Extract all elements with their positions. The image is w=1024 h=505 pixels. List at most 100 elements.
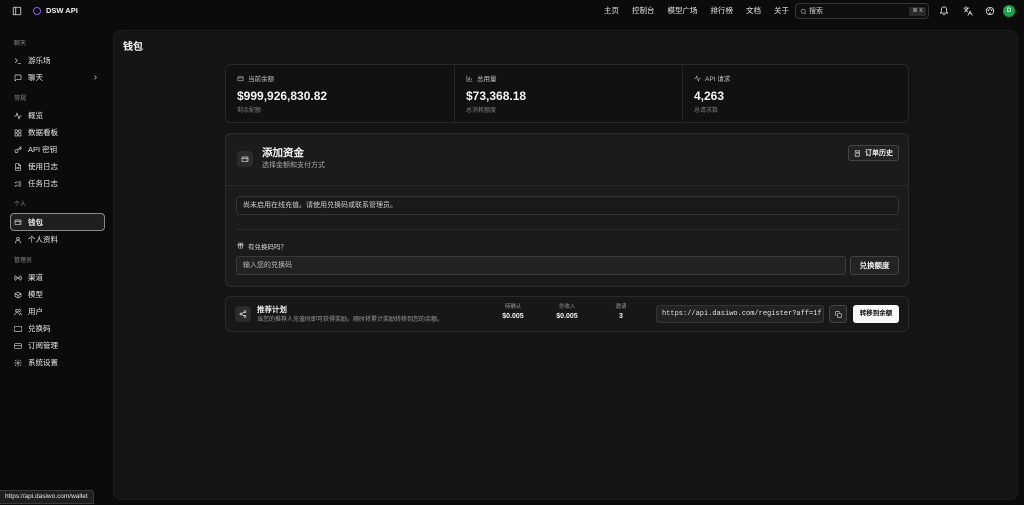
sidebar-item-label: 任务日志 (28, 179, 58, 188)
add-funds-subtitle: 选择金额和支付方式 (262, 162, 325, 169)
sidebar-item-chat[interactable]: 聊天 (10, 69, 105, 86)
page-title: 钱包 (123, 42, 143, 53)
sidebar-item-usage-logs[interactable]: 使用日志 (10, 158, 105, 175)
referral-stat-label: 总收入 (558, 304, 576, 310)
recharge-disabled-notice: 尚未启用在线充值。请使用兑换码或联系管理员。 (236, 196, 899, 215)
top-nav: 主页 控制台 模型广场 排行榜 文档 关于 (604, 5, 789, 17)
stat-label-row: 当前余额 (237, 74, 274, 83)
search-input[interactable] (809, 5, 901, 17)
stat-sub: 总消耗额度 (466, 108, 497, 114)
sidebar-item-label: 使用日志 (28, 162, 58, 171)
referral-card: 推荐计划 当您的推荐人充值时即可获得奖励。随时将累计奖励转移到您的余额。 待确认… (225, 296, 909, 332)
stat-label-row: API 请求 (694, 74, 730, 83)
file-text-icon (14, 162, 22, 171)
sidebar-item-playground[interactable]: 游乐场 (10, 52, 105, 69)
credit-card-icon (14, 342, 22, 350)
search-shortcut-badge: ⌘ K (909, 6, 926, 16)
order-history-label: 订单历史 (865, 150, 893, 157)
redeem-prompt-label: 有兑换码吗？ (248, 243, 287, 251)
top-bar: DSW API 主页 控制台 模型广场 排行榜 文档 关于 ⌘ K D (0, 0, 1024, 22)
nav-link-leaderboard[interactable]: 排行榜 (711, 5, 734, 17)
activity-icon (694, 75, 701, 82)
receipt-icon (854, 149, 861, 157)
sidebar-section-label: 个人 (14, 202, 27, 208)
sidebar-item-channels[interactable]: 渠道 (10, 269, 105, 286)
sidebar-item-models[interactable]: 模型 (10, 286, 105, 303)
stat-value: $999,926,830.82 (237, 89, 328, 103)
terminal-icon (14, 57, 22, 65)
redeem-code-input[interactable] (236, 256, 846, 275)
share-icon (239, 310, 247, 318)
sidebar: 聊天 游乐场 聊天 常规 概览 数据看板 API 密钥 使用日志 任务日志 个人… (0, 0, 110, 505)
sidebar-item-task-logs[interactable]: 任务日志 (10, 175, 105, 192)
order-history-button[interactable]: 订单历史 (848, 145, 899, 161)
referral-stat-label: 待确认 (504, 304, 522, 310)
nav-link-home[interactable]: 主页 (604, 5, 619, 17)
stat-label-row: 总用量 (466, 74, 497, 83)
nav-link-console[interactable]: 控制台 (632, 5, 655, 17)
search-icon (800, 8, 807, 15)
main-panel: 钱包 当前余额 $999,926,830.82 剩余配额 总用量 $73,368… (113, 30, 1018, 500)
copy-link-button[interactable] (829, 305, 847, 323)
divider (226, 185, 908, 186)
stat-label: 当前余额 (248, 76, 274, 83)
sidebar-item-profile[interactable]: 个人资料 (10, 231, 105, 248)
status-bar-url: https://api.dasiwo.com/wallet (0, 490, 94, 504)
gear-icon (14, 358, 22, 367)
nav-link-models[interactable]: 模型广场 (668, 5, 698, 17)
add-funds-card: 添加资金 选择金额和支付方式 订单历史 尚未启用在线充值。请使用兑换码或联系管理… (225, 133, 909, 287)
sidebar-item-api-keys[interactable]: API 密钥 (10, 141, 105, 158)
stat-balance: 当前余额 $999,926,830.82 剩余配额 (226, 65, 454, 122)
sidebar-item-label: 模型 (28, 290, 43, 299)
redeem-prompt: 有兑换码吗？ (237, 241, 287, 251)
transfer-to-balance-button[interactable]: 转移到余额 (853, 305, 899, 323)
sidebar-item-label: 数据看板 (28, 128, 58, 137)
stat-label: 总用量 (477, 76, 497, 83)
sidebar-item-subscriptions[interactable]: 订阅管理 (10, 337, 105, 354)
redeem-button[interactable]: 兑换额度 (850, 256, 899, 275)
referral-stat-value: $0.005 (502, 313, 524, 320)
referral-link-field[interactable]: https://api.dasiwo.com/register?aff=1f (656, 305, 824, 323)
chevron-right-icon[interactable] (92, 74, 99, 81)
translate-icon[interactable] (963, 6, 973, 16)
message-icon (14, 74, 22, 82)
nav-link-docs[interactable]: 文档 (746, 5, 761, 17)
sidebar-item-label: 订阅管理 (28, 341, 58, 350)
sidebar-item-overview[interactable]: 概览 (10, 107, 105, 124)
stat-value: 4,263 (694, 89, 725, 103)
sidebar-item-label: 游乐场 (28, 56, 51, 65)
divider (236, 229, 899, 230)
bell-icon[interactable] (939, 6, 949, 16)
stat-value: $73,368.18 (466, 89, 527, 103)
stat-sub: 剩余配额 (237, 108, 262, 114)
add-funds-title: 添加资金 (262, 147, 304, 159)
avatar[interactable]: D (1003, 5, 1015, 17)
box-icon (14, 291, 22, 299)
sidebar-item-settings[interactable]: 系统设置 (10, 354, 105, 371)
key-icon (14, 145, 22, 154)
user-icon (14, 236, 22, 244)
wallet-icon (14, 218, 22, 226)
sidebar-item-label: 聊天 (28, 73, 43, 82)
sidebar-item-redemption-codes[interactable]: 兑换码 (10, 320, 105, 337)
palette-icon[interactable] (985, 6, 995, 16)
search-box[interactable]: ⌘ K (795, 3, 929, 19)
referral-stat-value: 3 (619, 313, 623, 320)
sidebar-item-label: 概览 (28, 111, 43, 120)
referral-stat-total: 总收入 $0.005 (547, 303, 587, 323)
dashboard-icon (14, 129, 22, 137)
referral-stat-label: 邀请 (615, 304, 627, 310)
sidebar-item-label: 钱包 (28, 217, 43, 227)
referral-stat-invites: 邀请 3 (601, 303, 641, 323)
sidebar-item-wallet[interactable]: 钱包 (10, 213, 105, 231)
nav-link-about[interactable]: 关于 (774, 5, 789, 17)
sidebar-item-label: 个人资料 (28, 235, 58, 244)
sidebar-item-users[interactable]: 用户 (10, 303, 105, 320)
wallet-icon (237, 75, 244, 82)
sidebar-section-label: 聊天 (14, 41, 27, 47)
ticket-icon (14, 325, 22, 333)
sidebar-item-dashboard[interactable]: 数据看板 (10, 124, 105, 141)
sidebar-section-label: 常规 (14, 96, 27, 102)
sidebar-item-label: 兑换码 (28, 324, 51, 333)
referral-description: 当您的推荐人充值时即可获得奖励。随时将累计奖励转移到您的余额。 (257, 317, 444, 323)
